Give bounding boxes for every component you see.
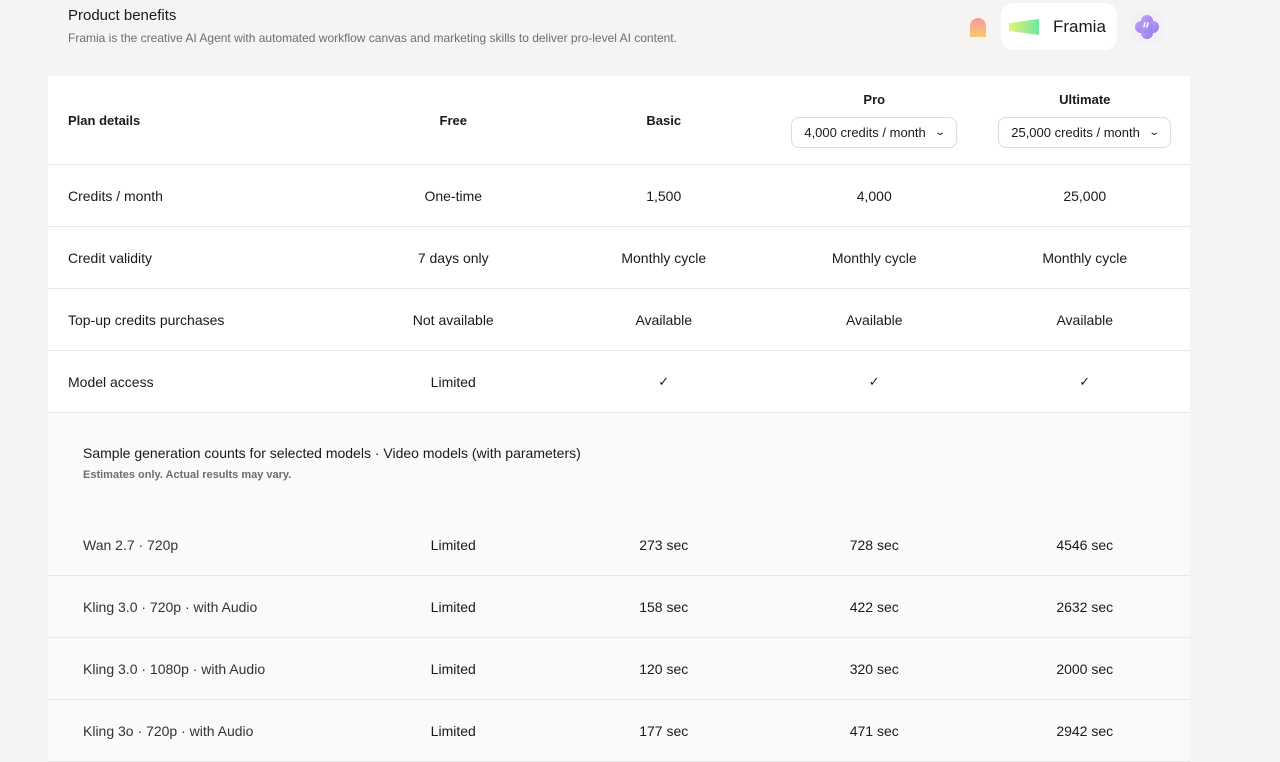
plan-pro-header: Pro 4,000 credits / month ⌄ bbox=[769, 92, 980, 148]
table-row: Credit validity 7 days only Monthly cycl… bbox=[48, 227, 1190, 289]
chevron-down-icon: ⌄ bbox=[1148, 127, 1160, 138]
cell-pro: Monthly cycle bbox=[831, 249, 917, 266]
pro-credits-value: 4,000 credits / month bbox=[804, 125, 926, 140]
cell-basic: Monthly cycle bbox=[621, 249, 707, 266]
section-note: Estimates only. Actual results may vary. bbox=[83, 469, 292, 481]
cell-ultimate: 4546 sec bbox=[1056, 536, 1114, 553]
table-row: Credits / month One-time 1,500 4,000 25,… bbox=[48, 165, 1190, 227]
cell-basic: 177 sec bbox=[639, 722, 689, 739]
framia-logo-label: Framia bbox=[1053, 16, 1106, 36]
table-row: Wan 2.7 · 720p Limited 273 sec 728 sec 4… bbox=[48, 514, 1190, 576]
plan-free-header: Free bbox=[439, 112, 467, 128]
cell-pro: 4,000 bbox=[856, 187, 892, 204]
cell-ultimate: Monthly cycle bbox=[1042, 249, 1128, 266]
cell-pro: 471 sec bbox=[849, 722, 899, 739]
framia-logo-button[interactable]: Framia bbox=[1001, 3, 1117, 50]
check-icon: ✓ bbox=[868, 373, 880, 389]
cell-basic: 120 sec bbox=[639, 660, 689, 677]
section-title: Sample generation counts for selected mo… bbox=[83, 445, 581, 461]
page-header: Product benefits Framia is the creative … bbox=[68, 7, 677, 45]
cell-ultimate: 2942 sec bbox=[1056, 722, 1114, 739]
framia-logo-icon bbox=[1009, 18, 1039, 35]
row-label: Kling 3.0 · 720p · with Audio bbox=[83, 598, 258, 615]
cell-pro: 728 sec bbox=[849, 536, 899, 553]
plan-comparison-table: Plan details Free Basic Pro 4,000 credit… bbox=[48, 76, 1190, 762]
cell-free: 7 days only bbox=[417, 249, 489, 266]
row-label: Credits / month bbox=[68, 187, 163, 204]
table-row: Kling 3o · 720p · with Audio Limited 177… bbox=[48, 700, 1190, 762]
app-logo-left[interactable] bbox=[962, 10, 994, 43]
page-title: Product benefits bbox=[68, 7, 177, 24]
row-label: Kling 3.0 · 1080p · with Audio bbox=[83, 660, 266, 677]
plan-ultimate-header: Ultimate 25,000 credits / month ⌄ bbox=[980, 92, 1191, 148]
row-label: Kling 3o · 720p · with Audio bbox=[83, 722, 254, 739]
cell-ultimate: 2000 sec bbox=[1056, 660, 1114, 677]
plan-pro-name: Pro bbox=[863, 92, 886, 107]
check-icon: ✓ bbox=[658, 373, 670, 389]
cell-free: Limited bbox=[430, 660, 476, 677]
cell-free: Limited bbox=[430, 598, 476, 615]
page-subtitle: Framia is the creative AI Agent with aut… bbox=[68, 31, 677, 45]
cell-ultimate: 2632 sec bbox=[1056, 598, 1114, 615]
cell-free: Limited bbox=[430, 536, 476, 553]
table-row: Kling 3.0 · 1080p · with Audio Limited 1… bbox=[48, 638, 1190, 700]
cell-free: One-time bbox=[424, 187, 483, 204]
table-row: Kling 3.0 · 720p · with Audio Limited 15… bbox=[48, 576, 1190, 638]
cell-basic: 1,500 bbox=[646, 187, 682, 204]
chevron-down-icon: ⌄ bbox=[934, 127, 946, 138]
cell-pro: 320 sec bbox=[849, 660, 899, 677]
ultimate-credits-dropdown[interactable]: 25,000 credits / month ⌄ bbox=[998, 117, 1172, 148]
plan-basic-header: Basic bbox=[646, 112, 682, 128]
cell-basic: 273 sec bbox=[639, 536, 689, 553]
cell-basic: Available bbox=[635, 311, 693, 328]
cell-ultimate: 25,000 bbox=[1063, 187, 1107, 204]
logo-strip: Framia bbox=[962, 3, 1163, 50]
plan-details-label: Plan details bbox=[68, 112, 141, 128]
table-row: Model access Limited ✓ ✓ ✓ bbox=[48, 351, 1190, 413]
cell-free: Not available bbox=[412, 311, 494, 328]
plan-ultimate-name: Ultimate bbox=[1059, 92, 1111, 107]
cell-ultimate: Available bbox=[1056, 311, 1114, 328]
row-label: Model access bbox=[68, 373, 154, 390]
row-label: Wan 2.7 · 720p bbox=[83, 536, 179, 553]
cell-free: Limited bbox=[430, 373, 476, 390]
cell-pro: 422 sec bbox=[849, 598, 899, 615]
check-icon: ✓ bbox=[1079, 373, 1091, 389]
cell-basic: 158 sec bbox=[639, 598, 689, 615]
pro-credits-dropdown[interactable]: 4,000 credits / month ⌄ bbox=[791, 117, 958, 148]
table-header-row: Plan details Free Basic Pro 4,000 credit… bbox=[48, 76, 1190, 165]
ultimate-credits-value: 25,000 credits / month bbox=[1011, 125, 1140, 140]
row-label: Top-up credits purchases bbox=[68, 311, 225, 328]
app-logo-right[interactable] bbox=[1131, 10, 1163, 43]
row-label: Credit validity bbox=[68, 249, 153, 266]
cell-free: Limited bbox=[430, 722, 476, 739]
section-header: Sample generation counts for selected mo… bbox=[48, 413, 1190, 514]
flower-logo-icon bbox=[1135, 14, 1159, 39]
arch-logo-icon bbox=[970, 17, 986, 37]
cell-pro: Available bbox=[845, 311, 903, 328]
table-row: Top-up credits purchases Not available A… bbox=[48, 289, 1190, 351]
